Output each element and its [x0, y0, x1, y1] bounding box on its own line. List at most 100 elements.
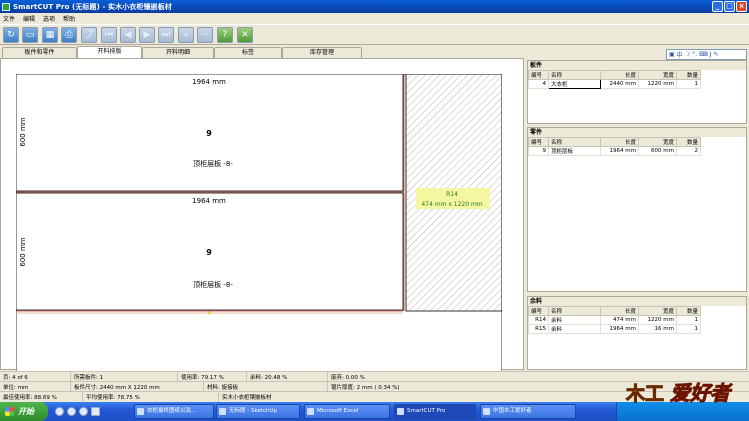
status-project-name: 实木小衣柜镶嵌板材	[222, 395, 272, 401]
part-name: 顶柜层板 -8-	[193, 159, 233, 168]
col-header[interactable]: 名称	[548, 137, 601, 147]
export-icon[interactable]: ⤴	[81, 27, 97, 43]
parts-panel-title: 零件	[528, 128, 746, 137]
status-page: 页: 4 of 6	[3, 375, 28, 381]
cell[interactable]: 16 mm	[638, 324, 677, 334]
maximize-button[interactable]: □	[724, 1, 735, 12]
cell[interactable]: 9	[528, 146, 549, 156]
settings-icon[interactable]: ✎	[713, 51, 718, 58]
logo-mark: 木工	[625, 382, 664, 405]
window-title: SmartCUT Pro (无标题) - 实木小衣柜镶嵌板材	[13, 2, 172, 11]
col-header[interactable]: 长度	[600, 306, 639, 316]
task-browser[interactable]: 中国木工爱好者	[480, 404, 576, 419]
menu-edit[interactable]: 编辑	[23, 14, 35, 23]
tab-inventory[interactable]: 库存管理	[282, 47, 362, 58]
layout-icon[interactable]: ▦	[42, 27, 58, 43]
moon-icon[interactable]: ☽	[685, 51, 690, 58]
layout-canvas[interactable]: R14 474 mm x 1220 mm 1964 mm 600 mm 9 顶柜…	[0, 58, 524, 372]
col-header[interactable]: 数量	[676, 137, 701, 147]
col-header[interactable]: 名称	[548, 306, 601, 316]
cell[interactable]: 600 mm	[638, 146, 677, 156]
sheets-panel-title: 板件	[528, 61, 746, 70]
first-page-icon[interactable]: ⏮	[101, 27, 117, 43]
col-header[interactable]: 宽度	[638, 137, 677, 147]
cell[interactable]: 1220 mm	[638, 315, 677, 325]
cell[interactable]: 1964 mm	[600, 146, 639, 156]
status-sheet-size: 板件尺寸: 2440 mm X 1220 mm	[74, 385, 160, 391]
tools-icon[interactable]: ✕	[237, 27, 253, 43]
start-button[interactable]: 开始	[0, 402, 48, 421]
cell[interactable]: 1964 mm	[600, 324, 639, 334]
zoom-in-icon[interactable]: +	[178, 27, 194, 43]
status-usage: 使用率: 79.17 %	[181, 375, 224, 381]
zoom-out-icon[interactable]: −	[197, 27, 213, 43]
col-header[interactable]: 宽度	[638, 70, 677, 80]
col-header[interactable]: 编号	[528, 306, 549, 316]
ime-icon[interactable]: ▣	[669, 51, 675, 58]
close-button[interactable]: ×	[736, 1, 747, 12]
last-page-icon[interactable]: ⏭	[158, 27, 174, 43]
col-header[interactable]: 编号	[528, 70, 549, 80]
tab-labels[interactable]: 标签	[214, 47, 282, 58]
print-icon[interactable]: ⎙	[61, 27, 77, 43]
cell[interactable]: 474 mm	[600, 315, 639, 325]
punct-icon[interactable]: °,	[692, 51, 697, 58]
part-name: 顶柜层板 -8-	[193, 280, 233, 289]
keyboard-icon[interactable]: ⌨	[699, 51, 708, 58]
col-header[interactable]: 名称	[548, 70, 601, 80]
next-page-icon[interactable]: ▶	[139, 27, 155, 43]
quicklaunch-ie-icon[interactable]	[55, 407, 64, 416]
task-excel[interactable]: Microsoft Excel	[304, 404, 390, 419]
cell[interactable]: R15	[528, 324, 549, 334]
cell[interactable]: 顶柜层板	[548, 146, 601, 156]
parts-table: 编号 名称 长度 宽度 数量 9 顶柜层板 1964 mm 600 mm 2	[528, 137, 701, 156]
ime-j[interactable]: J	[710, 51, 712, 58]
minimize-button[interactable]: _	[712, 1, 723, 12]
part-width-label: 600 mm	[19, 237, 27, 266]
menu-options[interactable]: 选项	[43, 14, 55, 23]
tab-sheets-parts[interactable]: 板件和零件	[2, 47, 77, 58]
help-icon[interactable]: ?	[217, 27, 233, 43]
task-folder[interactable]: 衣柜最终图纸以及...	[134, 404, 214, 419]
tab-cutting-layout[interactable]: 开料排版	[77, 46, 142, 58]
quicklaunch-desktop-icon[interactable]	[79, 407, 88, 416]
sheet-icon[interactable]: ▭	[22, 27, 38, 43]
col-header[interactable]: 数量	[676, 306, 701, 316]
lang-chinese[interactable]: 中	[677, 50, 683, 59]
status-avg-usage: 平均使用率: 78.75 %	[86, 395, 140, 401]
cell[interactable]: 4	[528, 79, 549, 89]
excel-icon	[307, 408, 314, 415]
cell[interactable]: 1	[676, 315, 701, 325]
prev-page-icon[interactable]: ◀	[120, 27, 136, 43]
offcuts-panel-title: 余料	[528, 297, 746, 306]
table-row[interactable]: R14 余料 474 mm 1220 mm 1	[528, 315, 701, 325]
table-row[interactable]: 9 顶柜层板 1964 mm 600 mm 2	[528, 146, 701, 156]
menu-help[interactable]: 帮助	[63, 14, 75, 23]
task-sketchup[interactable]: 无标题 - SketchUp	[216, 404, 300, 419]
col-header[interactable]: 长度	[600, 137, 639, 147]
col-header[interactable]: 宽度	[638, 306, 677, 316]
status-best-usage: 最佳使用率: 88.69 %	[3, 395, 57, 401]
cell[interactable]: 余料	[548, 324, 601, 334]
cell[interactable]: 余料	[548, 315, 601, 325]
table-row[interactable]: R15 余料 1964 mm 16 mm 1	[528, 324, 701, 334]
site-logo: 木工 爱好者	[625, 381, 734, 406]
cell[interactable]: 1	[676, 324, 701, 334]
quicklaunch-browser-icon[interactable]	[67, 407, 76, 416]
tab-cutting-detail[interactable]: 开料明细	[142, 47, 214, 58]
col-header[interactable]: 数量	[676, 70, 701, 80]
menu-file[interactable]: 文件	[3, 14, 15, 23]
refresh-icon[interactable]: ↻	[3, 27, 19, 43]
cell[interactable]: 1220 mm	[638, 79, 677, 89]
task-smartcut[interactable]: SmartCUT Pro	[394, 404, 476, 419]
cell[interactable]: 大衣柜	[548, 79, 601, 89]
cell[interactable]: 2	[676, 146, 701, 156]
quicklaunch-app-icon[interactable]	[91, 407, 100, 416]
cell[interactable]: R14	[528, 315, 549, 325]
task-label: Microsoft Excel	[317, 408, 359, 414]
table-row[interactable]: 4 大衣柜 2440 mm 1220 mm 1	[528, 79, 701, 89]
cell[interactable]: 1	[676, 79, 701, 89]
col-header[interactable]: 编号	[528, 137, 549, 147]
col-header[interactable]: 长度	[600, 70, 639, 80]
cell[interactable]: 2440 mm	[600, 79, 639, 89]
